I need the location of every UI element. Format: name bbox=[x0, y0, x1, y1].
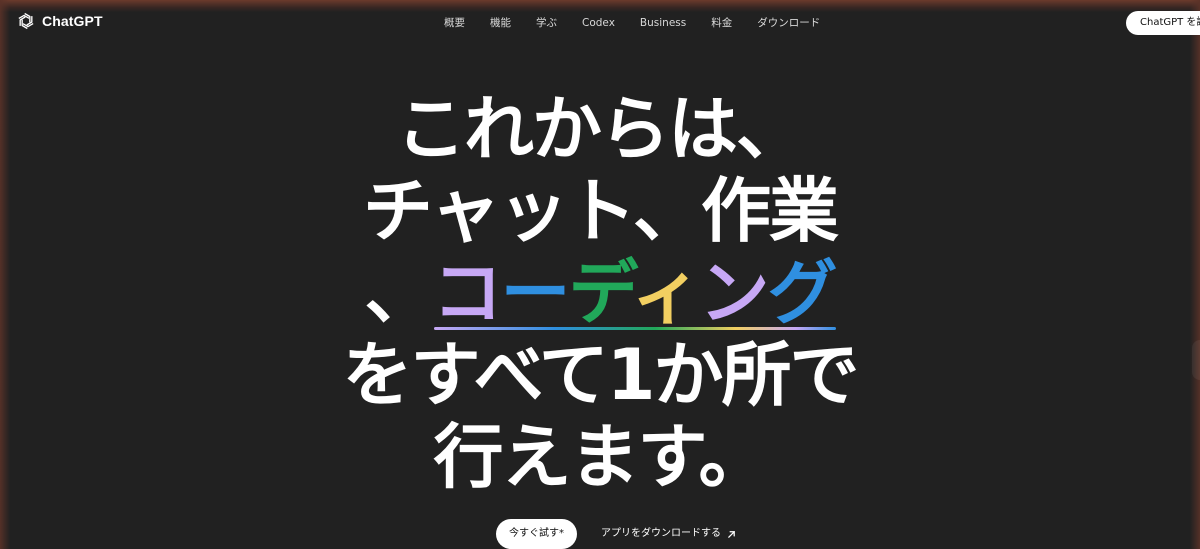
nav-item-features[interactable]: 機能 bbox=[490, 15, 511, 30]
coding-char: グ bbox=[767, 252, 838, 334]
coding-char: ィ bbox=[631, 252, 702, 334]
nav-item-learn[interactable]: 学ぶ bbox=[536, 15, 557, 30]
hero-line-3-prefix: 、 bbox=[364, 252, 434, 334]
hero-line-2: チャット、作業 bbox=[363, 170, 839, 252]
hero-headline: これからは、 チャット、作業 、コーディング をすべて1か所で 行えます。 bbox=[0, 88, 1200, 498]
coding-char: デ bbox=[568, 252, 633, 334]
download-app-label: アプリをダウンロードする bbox=[601, 528, 721, 539]
main-nav: 概要 機能 学ぶ Codex Business 料金 ダウンロード bbox=[444, 15, 845, 30]
hero-line-4: をすべて1か所で bbox=[342, 334, 859, 416]
logo-text: ChatGPT bbox=[42, 13, 103, 29]
hero-actions: 今すぐ試す* アプリをダウンロードする bbox=[0, 519, 1200, 549]
openai-logo-icon bbox=[16, 11, 36, 31]
nav-item-download[interactable]: ダウンロード bbox=[757, 15, 820, 30]
arrow-up-right-icon bbox=[727, 530, 736, 539]
download-app-link[interactable]: アプリをダウンロードする bbox=[601, 519, 736, 549]
hero-line-5: 行えます。 bbox=[433, 416, 769, 498]
nav-item-pricing[interactable]: 料金 bbox=[711, 15, 732, 30]
nav-item-codex[interactable]: Codex bbox=[582, 17, 615, 29]
page: ChatGPT 概要 機能 学ぶ Codex Business 料金 ダウンロー… bbox=[0, 0, 1200, 549]
coding-char: コ bbox=[432, 252, 502, 334]
try-chatgpt-button[interactable]: ChatGPT を試す bbox=[1126, 11, 1200, 35]
coding-char: ン bbox=[699, 252, 770, 334]
rainbow-underline bbox=[434, 327, 836, 330]
nav-item-business[interactable]: Business bbox=[640, 17, 686, 29]
site-header: ChatGPT 概要 機能 学ぶ Codex Business 料金 ダウンロー… bbox=[0, 6, 1200, 40]
nav-item-overview[interactable]: 概要 bbox=[444, 15, 465, 30]
coding-highlight: コーディング bbox=[432, 252, 838, 334]
scroll-handle[interactable] bbox=[1192, 340, 1200, 380]
coding-char: ー bbox=[500, 252, 570, 334]
hero-line-3: 、コーディング bbox=[0, 252, 1200, 334]
logo-link[interactable]: ChatGPT bbox=[16, 11, 103, 31]
try-now-button[interactable]: 今すぐ試す* bbox=[496, 519, 577, 549]
hero-line-1: これからは、 bbox=[396, 88, 806, 170]
